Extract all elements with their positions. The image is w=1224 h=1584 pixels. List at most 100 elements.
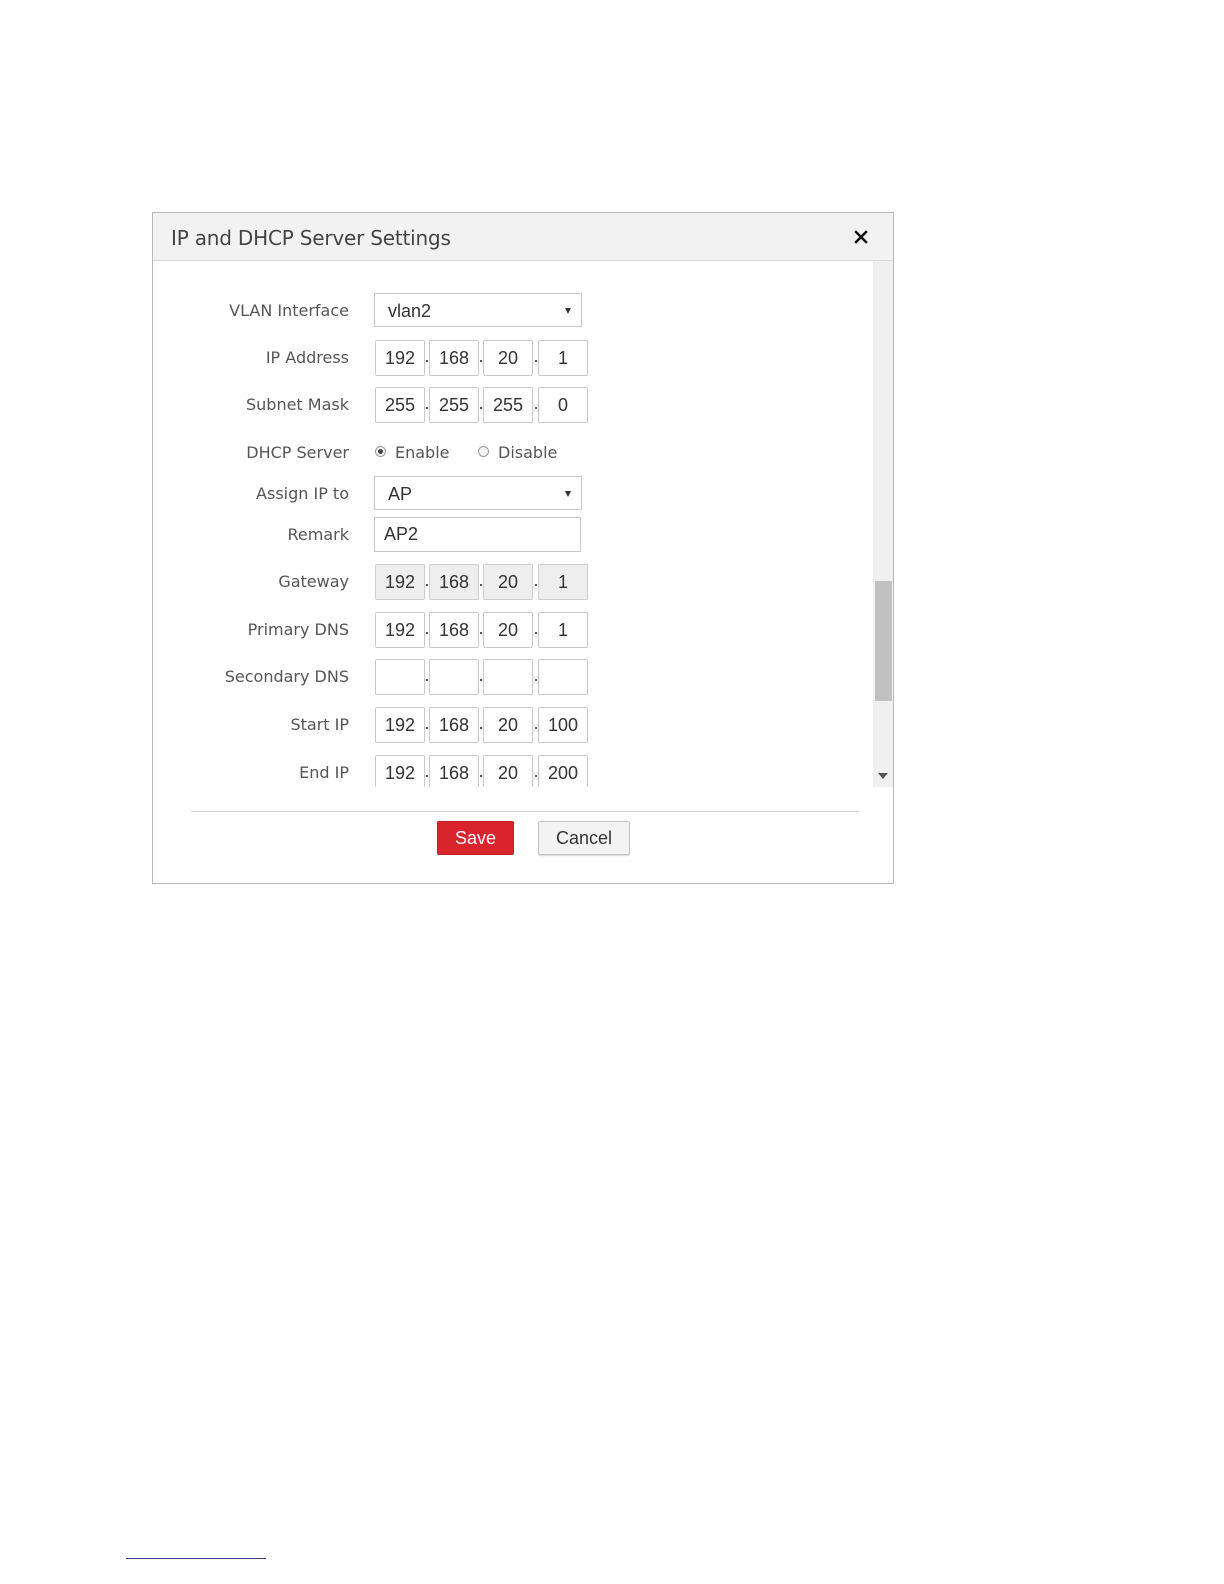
start-ip-octet-4[interactable]: 100 xyxy=(538,707,588,743)
gateway-field: 192 168 20 1 xyxy=(375,564,590,600)
assign-ip-row: Assign IP to AP xyxy=(153,476,873,512)
end-ip-octet-3[interactable]: 20 xyxy=(483,755,533,787)
start-ip-label: Start IP xyxy=(290,715,349,734)
secondary-dns-octet-3[interactable] xyxy=(483,659,533,695)
radio-unchecked-icon xyxy=(478,446,489,457)
vlan-interface-row: VLAN Interface vlan2 xyxy=(153,293,873,329)
octet-separator xyxy=(480,360,482,362)
octet-separator xyxy=(535,407,537,409)
dhcp-enable-label: Enable xyxy=(395,443,450,462)
footer-divider xyxy=(191,811,859,812)
start-ip-octet-1[interactable]: 192 xyxy=(375,707,425,743)
remark-row: Remark AP2 xyxy=(153,517,873,553)
secondary-dns-octet-1[interactable] xyxy=(375,659,425,695)
end-ip-octet-1[interactable]: 192 xyxy=(375,755,425,787)
octet-separator xyxy=(480,775,482,777)
secondary-dns-label: Secondary DNS xyxy=(224,667,349,686)
octet-separator xyxy=(426,584,428,586)
primary-dns-octet-2[interactable]: 168 xyxy=(429,612,479,648)
end-ip-octet-2[interactable]: 168 xyxy=(429,755,479,787)
start-ip-octet-3[interactable]: 20 xyxy=(483,707,533,743)
octet-separator xyxy=(426,632,428,634)
octet-separator xyxy=(535,679,537,681)
remark-input[interactable]: AP2 xyxy=(374,517,581,552)
subnet-mask-field: 255 255 255 0 xyxy=(375,387,590,423)
dialog-header: IP and DHCP Server Settings xyxy=(153,213,893,261)
footnote-separator-line xyxy=(126,1558,266,1559)
ip-address-row: IP Address 192 168 20 1 xyxy=(153,340,873,376)
octet-separator xyxy=(480,679,482,681)
ip-address-octet-2[interactable]: 168 xyxy=(429,340,479,376)
octet-separator xyxy=(480,407,482,409)
primary-dns-label: Primary DNS xyxy=(247,620,349,639)
end-ip-label: End IP xyxy=(299,763,349,782)
dialog-body: VLAN Interface vlan2 IP Address 192 168 … xyxy=(153,261,873,787)
gateway-octet-2: 168 xyxy=(429,564,479,600)
dhcp-disable-label: Disable xyxy=(498,443,558,462)
start-ip-octet-2[interactable]: 168 xyxy=(429,707,479,743)
primary-dns-octet-1[interactable]: 192 xyxy=(375,612,425,648)
octet-separator xyxy=(426,407,428,409)
octet-separator xyxy=(535,775,537,777)
start-ip-row: Start IP 192 168 20 100 xyxy=(153,707,873,743)
primary-dns-octet-3[interactable]: 20 xyxy=(483,612,533,648)
ip-address-octet-1[interactable]: 192 xyxy=(375,340,425,376)
octet-separator xyxy=(426,679,428,681)
subnet-mask-label: Subnet Mask xyxy=(245,395,349,414)
secondary-dns-field xyxy=(375,659,590,695)
ip-address-octet-4[interactable]: 1 xyxy=(538,340,588,376)
dhcp-server-label: DHCP Server xyxy=(246,443,349,462)
dropdown-arrow-icon xyxy=(565,491,571,497)
octet-separator xyxy=(535,584,537,586)
subnet-mask-octet-3[interactable]: 255 xyxy=(483,387,533,423)
assign-ip-value: AP xyxy=(388,484,413,504)
octet-separator xyxy=(426,727,428,729)
gateway-octet-3: 20 xyxy=(483,564,533,600)
assign-ip-select[interactable]: AP xyxy=(374,476,582,510)
octet-separator xyxy=(535,632,537,634)
ip-dhcp-settings-dialog: IP and DHCP Server Settings VLAN Interfa… xyxy=(152,212,894,884)
subnet-mask-octet-1[interactable]: 255 xyxy=(375,387,425,423)
octet-separator xyxy=(426,360,428,362)
assign-ip-label: Assign IP to xyxy=(256,484,349,503)
gateway-octet-1: 192 xyxy=(375,564,425,600)
vlan-interface-select[interactable]: vlan2 xyxy=(374,293,582,327)
gateway-row: Gateway 192 168 20 1 xyxy=(153,564,873,600)
end-ip-field: 192 168 20 200 xyxy=(375,755,590,787)
subnet-mask-row: Subnet Mask 255 255 255 0 xyxy=(153,387,873,423)
end-ip-row: End IP 192 168 20 200 xyxy=(153,755,873,787)
primary-dns-row: Primary DNS 192 168 20 1 xyxy=(153,612,873,648)
dropdown-arrow-icon xyxy=(565,308,571,314)
radio-checked-icon xyxy=(375,446,386,457)
dhcp-disable-radio[interactable]: Disable xyxy=(478,443,568,463)
secondary-dns-octet-4[interactable] xyxy=(538,659,588,695)
primary-dns-field: 192 168 20 1 xyxy=(375,612,590,648)
cancel-button[interactable]: Cancel xyxy=(538,821,630,855)
primary-dns-octet-4[interactable]: 1 xyxy=(538,612,588,648)
end-ip-octet-4[interactable]: 200 xyxy=(538,755,588,787)
octet-separator xyxy=(535,727,537,729)
vertical-scrollbar[interactable] xyxy=(873,261,893,787)
octet-separator xyxy=(480,632,482,634)
ip-address-field: 192 168 20 1 xyxy=(375,340,590,376)
scrollbar-thumb[interactable] xyxy=(875,581,892,701)
octet-separator xyxy=(535,360,537,362)
scroll-down-arrow-icon[interactable] xyxy=(878,773,888,779)
save-button[interactable]: Save xyxy=(437,821,514,855)
gateway-octet-4: 1 xyxy=(538,564,588,600)
subnet-mask-octet-4[interactable]: 0 xyxy=(538,387,588,423)
close-icon[interactable] xyxy=(851,227,871,247)
octet-separator xyxy=(480,584,482,586)
octet-separator xyxy=(480,727,482,729)
dhcp-enable-radio[interactable]: Enable xyxy=(375,443,455,463)
ip-address-octet-3[interactable]: 20 xyxy=(483,340,533,376)
secondary-dns-octet-2[interactable] xyxy=(429,659,479,695)
subnet-mask-octet-2[interactable]: 255 xyxy=(429,387,479,423)
secondary-dns-row: Secondary DNS xyxy=(153,659,873,695)
dialog-title: IP and DHCP Server Settings xyxy=(171,226,451,250)
gateway-label: Gateway xyxy=(278,572,349,591)
octet-separator xyxy=(426,775,428,777)
start-ip-field: 192 168 20 100 xyxy=(375,707,590,743)
ip-address-label: IP Address xyxy=(265,348,349,367)
vlan-interface-label: VLAN Interface xyxy=(229,301,349,320)
